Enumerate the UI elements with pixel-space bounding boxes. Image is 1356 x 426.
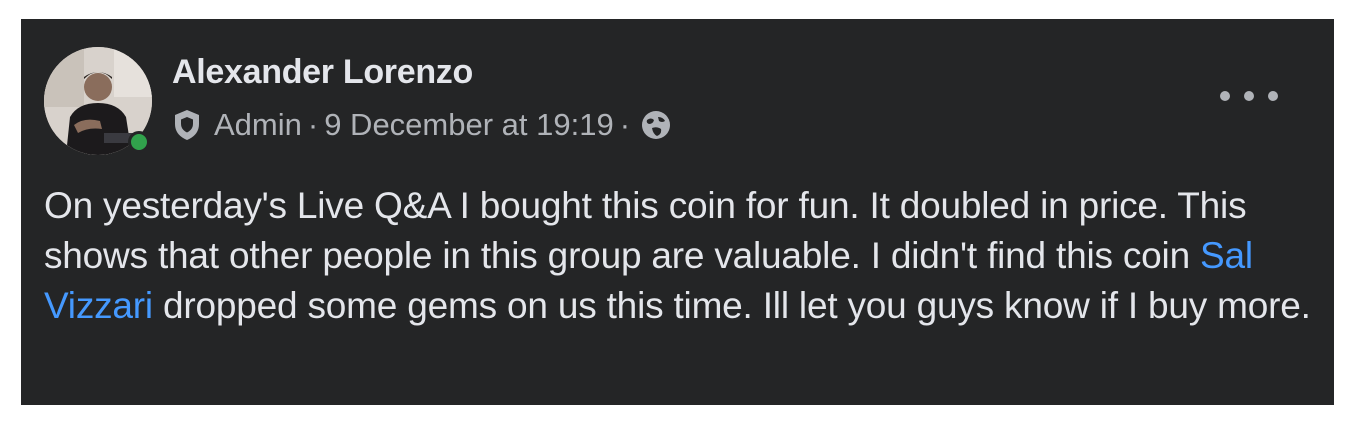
more-options-icon[interactable] — [1220, 81, 1278, 111]
post-body-text: On yesterday's Live Q&A I bought this co… — [44, 185, 1247, 276]
globe-icon — [640, 109, 672, 141]
author-role: Admin — [214, 107, 302, 142]
post-body-text: dropped some gems on us this time. Ill l… — [152, 285, 1311, 326]
more-dot — [1220, 91, 1230, 101]
author-avatar[interactable] — [44, 47, 152, 155]
post-meta: Admin · 9 December at 19:19 · — [172, 105, 672, 145]
shield-icon — [172, 108, 202, 142]
online-status-indicator — [128, 131, 150, 153]
more-dot — [1244, 91, 1254, 101]
post-card: Alexander Lorenzo Admin · 9 December at … — [21, 19, 1334, 405]
author-name[interactable]: Alexander Lorenzo — [172, 53, 473, 92]
more-dot — [1268, 91, 1278, 101]
post-timestamp[interactable]: 9 December at 19:19 — [324, 107, 614, 143]
post-body: On yesterday's Live Q&A I bought this co… — [44, 181, 1314, 331]
meta-separator: · — [307, 107, 319, 142]
meta-separator: · — [619, 107, 631, 142]
